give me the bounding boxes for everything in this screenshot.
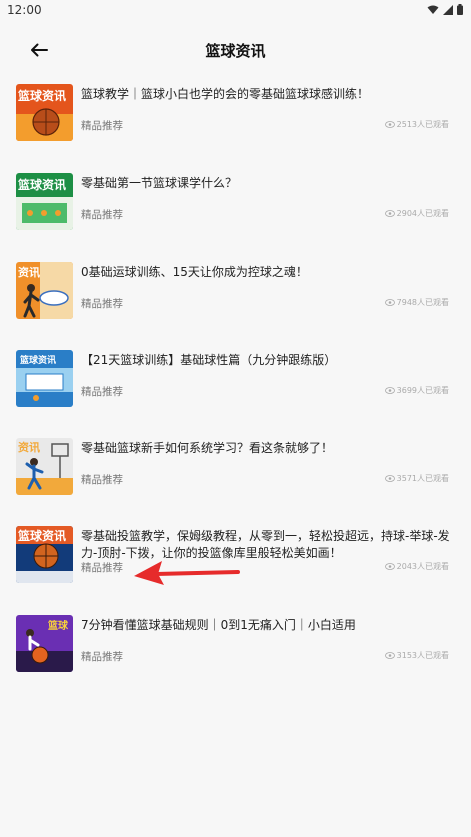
article-tag: 精品推荐 bbox=[81, 209, 123, 221]
eye-icon bbox=[384, 210, 395, 217]
article-thumbnail: 篮球资讯 bbox=[16, 526, 73, 583]
article-views: 3571人已观看 bbox=[384, 473, 449, 484]
signal-icon bbox=[443, 4, 453, 15]
eye-icon bbox=[384, 563, 395, 570]
eye-icon bbox=[384, 475, 395, 482]
eye-icon bbox=[384, 121, 395, 128]
article-thumbnail: 篮球资讯 bbox=[16, 84, 73, 141]
eye-icon bbox=[384, 652, 395, 659]
article-tag: 精品推荐 bbox=[81, 651, 123, 663]
article-tag: 精品推荐 bbox=[81, 386, 123, 398]
article-views: 2513人已观看 bbox=[384, 119, 449, 130]
article-item[interactable]: 篮球资讯 【21天篮球训练】基础球性篇（九分钟跟练版） 精品推荐 3699人已观… bbox=[16, 350, 461, 408]
svg-text:篮球资讯: 篮球资讯 bbox=[17, 88, 66, 103]
page-title: 篮球资讯 bbox=[205, 42, 266, 60]
article-tag: 精品推荐 bbox=[81, 120, 123, 132]
article-title: 零基础第一节篮球课学什么？ bbox=[81, 176, 238, 190]
article-thumbnail: 篮球资讯 bbox=[16, 350, 73, 407]
svg-text:篮球: 篮球 bbox=[47, 619, 69, 632]
article-views: 2904人已观看 bbox=[384, 208, 449, 219]
article-tag: 精品推荐 bbox=[81, 474, 123, 486]
article-thumbnail: 资讯 bbox=[16, 438, 73, 495]
article-item[interactable]: 篮球资讯 零基础第一节篮球课学什么？ 精品推荐 2904人已观看 bbox=[16, 173, 461, 231]
article-tag: 精品推荐 bbox=[81, 298, 123, 310]
article-views: 3153人已观看 bbox=[384, 650, 449, 661]
article-title: 篮球教学｜篮球小白也学的会的零基础篮球球感训练！ bbox=[81, 87, 370, 101]
svg-text:资讯: 资讯 bbox=[18, 440, 40, 454]
article-views: 2043人已观看 bbox=[384, 561, 449, 572]
wifi-icon bbox=[427, 5, 439, 14]
svg-text:篮球资讯: 篮球资讯 bbox=[17, 177, 66, 192]
article-thumbnail: 资讯 bbox=[16, 262, 73, 319]
article-title: 【21天篮球训练】基础球性篇（九分钟跟练版） bbox=[81, 353, 337, 367]
battery-icon bbox=[457, 4, 463, 15]
article-item[interactable]: 资讯 零基础篮球新手如何系统学习？看这条就够了！ 精品推荐 3571人已观看 bbox=[16, 438, 461, 496]
article-title: 零基础篮球新手如何系统学习？看这条就够了！ bbox=[81, 441, 334, 455]
header: 篮球资讯 bbox=[0, 30, 471, 70]
article-title: 0基础运球训练、15天让你成为控球之魂！ bbox=[81, 265, 308, 279]
status-time: 12:00 bbox=[7, 3, 42, 17]
article-thumbnail: 篮球资讯 bbox=[16, 173, 73, 230]
eye-icon bbox=[384, 299, 395, 306]
article-thumbnail: 篮球 bbox=[16, 615, 73, 672]
article-title: 7分钟看懂篮球基础规则｜0到1无痛入门｜小白适用 bbox=[81, 618, 356, 632]
article-item[interactable]: 篮球 7分钟看懂篮球基础规则｜0到1无痛入门｜小白适用 精品推荐 3153人已观… bbox=[16, 615, 461, 673]
article-item[interactable]: 篮球资讯 篮球教学｜篮球小白也学的会的零基础篮球球感训练！ 精品推荐 2513人… bbox=[16, 84, 461, 142]
svg-text:篮球资讯: 篮球资讯 bbox=[17, 528, 66, 543]
status-bar: 12:00 bbox=[0, 0, 471, 22]
svg-text:资讯: 资讯 bbox=[18, 265, 40, 279]
article-views: 3699人已观看 bbox=[384, 385, 449, 396]
red-arrow-annotation bbox=[134, 561, 240, 585]
article-item[interactable]: 资讯 0基础运球训练、15天让你成为控球之魂！ 精品推荐 7948人已观看 bbox=[16, 262, 461, 320]
eye-icon bbox=[384, 387, 395, 394]
status-icons bbox=[427, 4, 463, 15]
svg-text:篮球资讯: 篮球资讯 bbox=[19, 354, 56, 366]
article-tag: 精品推荐 bbox=[81, 562, 123, 574]
article-views: 7948人已观看 bbox=[384, 297, 449, 308]
